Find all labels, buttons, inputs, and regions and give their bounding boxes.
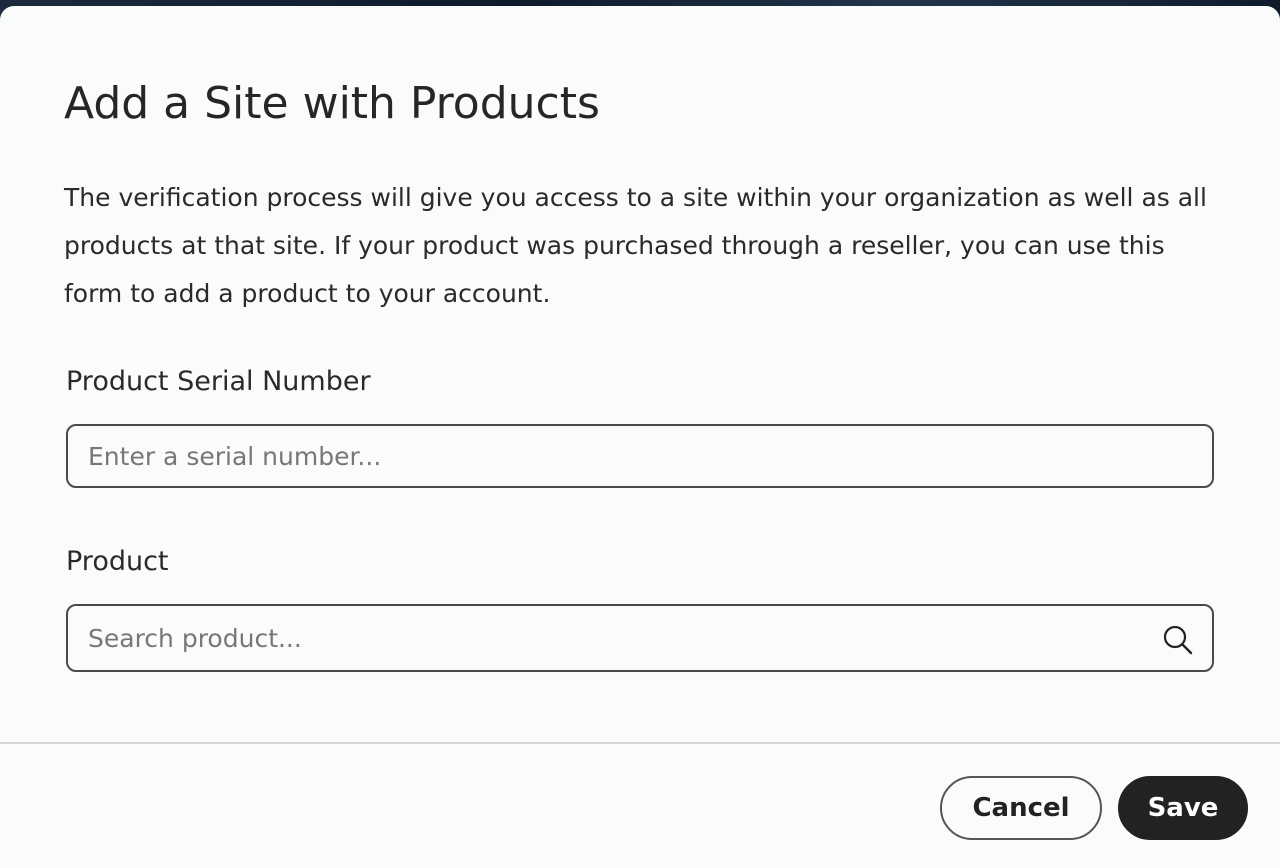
save-button[interactable]: Save (1118, 776, 1248, 840)
add-site-dialog: Add a Site with Products The verificatio… (0, 6, 1280, 868)
serial-number-field[interactable] (66, 424, 1214, 488)
product-label: Product (66, 546, 169, 577)
product-search-field[interactable] (66, 604, 1214, 672)
footer-divider (0, 742, 1280, 744)
search-icon[interactable] (1162, 624, 1194, 656)
serial-number-input[interactable] (88, 426, 1142, 486)
dialog-title: Add a Site with Products (64, 78, 600, 129)
serial-number-label: Product Serial Number (66, 366, 371, 397)
dialog-description: The verification process will give you a… (64, 183, 1207, 308)
product-search-input[interactable] (88, 606, 1142, 670)
cancel-button[interactable]: Cancel (940, 776, 1102, 840)
